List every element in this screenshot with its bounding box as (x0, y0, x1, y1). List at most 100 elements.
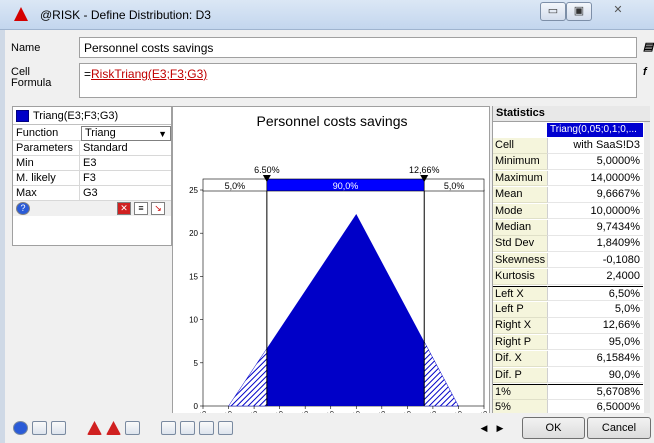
max-row: Max G3 (13, 186, 171, 201)
stats-value: 1,8409% (547, 236, 643, 252)
fit-icon[interactable] (125, 421, 140, 435)
parameters-value[interactable]: Standard (83, 142, 128, 154)
maximize-button[interactable]: ▣ (566, 2, 592, 21)
stats-key: Kurtosis (493, 269, 547, 285)
min-value[interactable]: E3 (83, 157, 96, 169)
stats-row: Std Dev 1,8409% (493, 236, 643, 252)
distribution-panel: Triang(E3;F3;G3) Function Triang ▼ Param… (12, 106, 172, 246)
stats-value: 90,0% (547, 367, 643, 384)
parameters-row: Parameters Standard (13, 141, 171, 156)
previous-button[interactable]: ◀ (479, 422, 489, 434)
chart-panel: Personnel costs savings 5,0% 90,0% 5,0% 6.5… (172, 106, 490, 418)
fx-icon[interactable]: f (643, 66, 654, 78)
stats-value: 6,1584% (547, 351, 643, 367)
band-right-label: 5,0% (444, 181, 465, 191)
zoom-out-icon[interactable] (180, 421, 195, 435)
stats-value: -0,1080 (547, 252, 643, 269)
left-marker-label: 6.50% (254, 165, 280, 175)
mlikely-key: M. likely (16, 172, 56, 184)
chart-options-icon[interactable] (51, 421, 66, 435)
help-icon[interactable]: ? (16, 202, 30, 215)
stats-value: 2,4000 (547, 269, 643, 285)
stats-key: Cell (493, 138, 547, 154)
statistics-scrollbar[interactable] (644, 122, 650, 418)
chevron-down-icon: ▼ (158, 129, 167, 139)
distribution-toolbar: ? ✕ ≡ ↘ (13, 201, 171, 216)
mlikely-row: M. likely F3 (13, 171, 171, 186)
stats-key: Dif. P (493, 367, 547, 384)
distribution-header[interactable]: Triang(E3;F3;G3) (13, 107, 171, 125)
stats-key: Mode (493, 203, 547, 220)
triangle-red-icon[interactable] (87, 421, 102, 435)
stats-key: Minimum (493, 154, 547, 170)
stats-key: Std Dev (493, 236, 547, 252)
formula-equals: = (84, 67, 92, 81)
stats-row: Kurtosis 2,4000 (493, 269, 643, 285)
stats-row: Minimum 5,0000% (493, 154, 643, 170)
stats-key: Mean (493, 187, 547, 203)
stats-row: Left P 5,0% (493, 302, 643, 318)
distribution-header-label: Triang(E3;F3;G3) (33, 109, 119, 122)
stats-row: Right X 12,66% (493, 318, 643, 334)
stats-value: 14,0000% (547, 170, 643, 187)
band-left-label: 5,0% (225, 181, 246, 191)
table-icon[interactable]: ≡ (134, 202, 148, 215)
select-cell-icon[interactable]: ↘ (151, 202, 165, 215)
stats-key: Right X (493, 318, 547, 334)
stats-value: 10,0000% (547, 203, 643, 220)
close-button[interactable]: ✕ (596, 2, 640, 21)
stats-row: Median 9,7434% (493, 220, 643, 236)
name-input[interactable]: Personnel costs savings (79, 37, 637, 58)
export-icon[interactable] (218, 421, 233, 435)
function-select[interactable]: Triang ▼ (81, 126, 171, 141)
stats-value: 95,0% (547, 334, 643, 351)
graph-icon[interactable] (32, 421, 47, 435)
format-icon[interactable] (199, 421, 214, 435)
distribution-chart[interactable]: 5,0%90,0%5,0%6.50%12,66%05101520254%5%6%… (173, 107, 489, 417)
stats-key: 1% (493, 384, 547, 400)
main-area: Name Personnel costs savings ▤ Cell Form… (5, 30, 654, 443)
stats-row: Left X 6,50% (493, 285, 643, 302)
formula-text: RiskTriang(E3;F3;G3) (91, 67, 208, 81)
delete-icon[interactable]: ✕ (117, 202, 131, 215)
band-middle-label: 90,0% (333, 181, 359, 191)
atrisk-logo-icon (14, 7, 28, 21)
stats-row: Dif. X 6,1584% (493, 351, 643, 367)
stats-row: Right P 95,0% (493, 334, 643, 351)
stats-value: 12,66% (547, 318, 643, 334)
name-reference-icon[interactable]: ▤ (643, 40, 654, 53)
help-icon[interactable] (13, 421, 28, 435)
cancel-button[interactable]: Cancel (587, 417, 651, 439)
stats-value: 5,6708% (547, 384, 643, 400)
stats-row: Skewness -0,1080 (493, 252, 643, 269)
stats-row: Mode 10,0000% (493, 203, 643, 220)
statistics-title: Statistics (493, 106, 650, 122)
mlikely-value[interactable]: F3 (83, 172, 96, 184)
minimize-button[interactable]: ▭ (540, 2, 566, 21)
statistics-panel: Statistics Triang(0,05;0,1;0,... Cell wit… (492, 106, 650, 418)
stats-key: Left P (493, 302, 547, 318)
y-tick-label: 20 (189, 229, 198, 238)
stats-row: Mean 9,6667% (493, 187, 643, 203)
y-tick-label: 15 (189, 272, 198, 281)
stats-key: Right P (493, 334, 547, 351)
max-value[interactable]: G3 (83, 187, 98, 199)
formula-field[interactable]: =RiskTriang(E3;F3;G3) (79, 63, 637, 98)
next-button[interactable]: ▶ (495, 422, 505, 434)
series-color-swatch (16, 109, 29, 122)
stats-series-label: Triang(0,05;0,1;0,... (547, 123, 643, 137)
min-row: Min E3 (13, 156, 171, 171)
triangle-multi-icon[interactable] (106, 421, 121, 435)
stats-key: Median (493, 220, 547, 236)
stats-key: Maximum (493, 170, 547, 187)
zoom-in-icon[interactable] (161, 421, 176, 435)
stats-value: 5,0000% (547, 154, 643, 170)
parameters-key: Parameters (16, 142, 73, 154)
stats-key: Left X (493, 285, 547, 302)
stats-row: Cell with SaaS!D3 (493, 138, 643, 154)
stats-value: 5,0% (547, 302, 643, 318)
function-key: Function (16, 127, 59, 139)
stats-value: 9,7434% (547, 220, 643, 236)
stats-value: with SaaS!D3 (547, 138, 643, 154)
ok-button[interactable]: OK (522, 417, 585, 439)
